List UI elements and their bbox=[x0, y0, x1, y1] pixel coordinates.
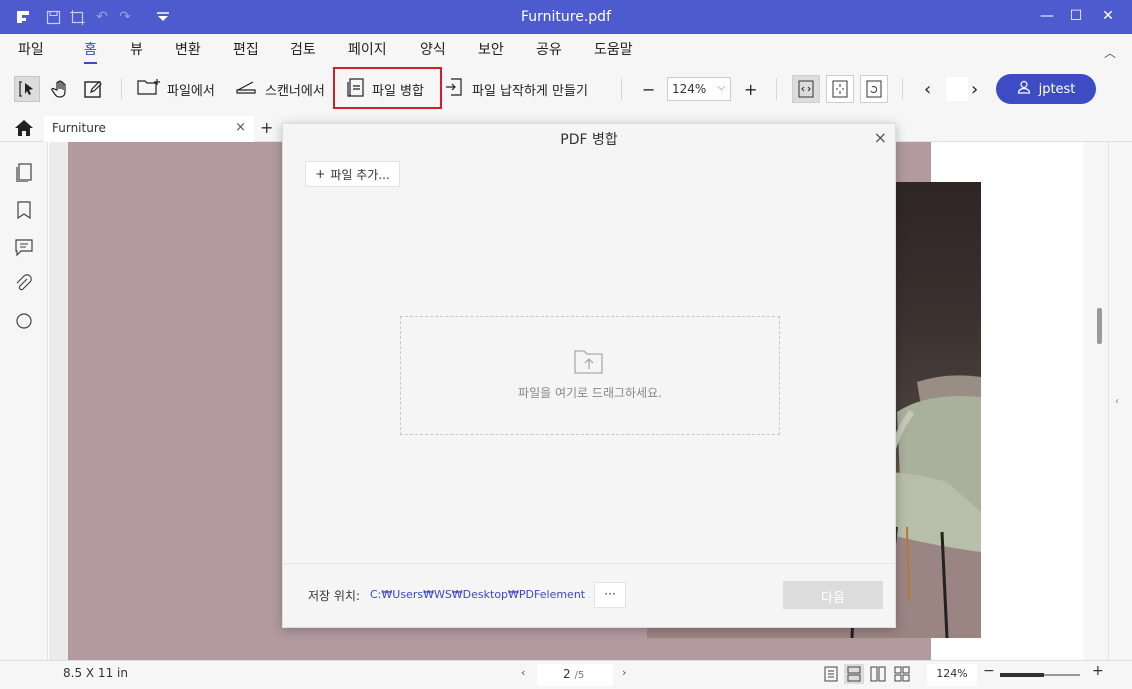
fit-page-icon bbox=[832, 80, 848, 98]
zoom-value: 124% bbox=[672, 82, 707, 96]
toolbar-divider bbox=[621, 78, 622, 100]
rotate-button[interactable] bbox=[860, 75, 888, 103]
save-location-path[interactable]: C:₩Users₩WS₩Desktop₩PDFelement ... bbox=[370, 588, 590, 601]
next-button[interactable]: 다음 bbox=[783, 581, 883, 609]
total-pages: /5 bbox=[574, 670, 585, 681]
folder-add-icon bbox=[137, 77, 161, 101]
merge-files-label: 파일 병합 bbox=[372, 83, 424, 99]
status-zoom-out-button[interactable]: − bbox=[983, 663, 995, 679]
menu-page[interactable]: 페이지 bbox=[348, 39, 387, 59]
menu-edit[interactable]: 편집 bbox=[233, 39, 259, 59]
status-zoom-in-button[interactable]: + bbox=[1092, 663, 1104, 679]
add-file-label: 파일 추가... bbox=[330, 167, 390, 182]
select-tool-icon[interactable] bbox=[14, 76, 40, 102]
menu-home[interactable]: 홈 bbox=[84, 39, 97, 64]
browse-button[interactable]: ··· bbox=[594, 582, 626, 608]
expand-right-panel-icon[interactable]: ‹ bbox=[1115, 396, 1119, 407]
page-size-label: 8.5 X 11 in bbox=[63, 666, 128, 680]
menu-view[interactable]: 뷰 bbox=[130, 39, 143, 59]
current-page: 2 bbox=[563, 667, 571, 681]
menu-security[interactable]: 보안 bbox=[478, 39, 504, 59]
status-bar: 8.5 X 11 in ‹ 2 /5 › 124% − + bbox=[0, 660, 1132, 689]
next-page-button[interactable]: › bbox=[971, 76, 978, 102]
flatten-icon bbox=[444, 76, 466, 102]
folder-upload-icon bbox=[573, 347, 605, 375]
toolbar-divider bbox=[121, 78, 122, 100]
from-scanner-button[interactable]: 스캔너에서 bbox=[235, 76, 325, 102]
continuous-view-icon[interactable] bbox=[844, 664, 864, 684]
menu-share[interactable]: 공유 bbox=[536, 39, 562, 59]
user-account-button[interactable]: jptest bbox=[996, 74, 1096, 104]
from-scanner-label: 스캔너에서 bbox=[265, 83, 325, 99]
hand-tool-icon[interactable] bbox=[48, 76, 74, 102]
status-zoom-value[interactable]: 124% bbox=[927, 664, 977, 686]
zoom-slider-fill bbox=[1000, 673, 1044, 677]
status-page-field[interactable]: 2 /5 bbox=[537, 664, 613, 686]
single-page-view-icon[interactable] bbox=[821, 664, 841, 684]
status-next-page-button[interactable]: › bbox=[622, 666, 626, 679]
menu-file[interactable]: 파일 bbox=[18, 39, 44, 59]
flatten-file-label: 파일 납작하게 만들기 bbox=[472, 83, 588, 99]
dialog-close-button[interactable]: × bbox=[874, 128, 887, 147]
zoom-select[interactable]: 124% ⌵ bbox=[667, 77, 731, 101]
merge-document-icon bbox=[346, 76, 366, 102]
from-file-label: 파일에서 bbox=[167, 83, 215, 99]
menu-convert[interactable]: 변환 bbox=[175, 39, 201, 59]
search-icon[interactable] bbox=[14, 311, 34, 331]
new-tab-button[interactable]: + bbox=[260, 118, 273, 137]
status-previous-page-button[interactable]: ‹ bbox=[521, 666, 525, 679]
right-panel-rail bbox=[1108, 142, 1132, 660]
tab-label: Furniture bbox=[52, 121, 106, 135]
pdf-merge-dialog: PDF 병합 × + 파일 추가... 파일을 여기로 드래그하세요. 저장 위… bbox=[282, 123, 896, 628]
file-drop-zone[interactable]: 파일을 여기로 드래그하세요. bbox=[400, 316, 780, 435]
user-name: jptest bbox=[1038, 81, 1076, 97]
close-tab-icon[interactable]: × bbox=[235, 120, 246, 135]
grid-view-icon[interactable] bbox=[892, 664, 912, 684]
drop-zone-text: 파일을 여기로 드래그하세요. bbox=[518, 386, 662, 400]
edit-tool-icon[interactable] bbox=[80, 76, 106, 102]
tab-furniture[interactable]: Furniture × bbox=[44, 116, 254, 142]
save-location-label: 저장 위치: bbox=[308, 589, 361, 603]
comment-icon[interactable] bbox=[14, 237, 34, 257]
menu-review[interactable]: 검토 bbox=[290, 39, 316, 59]
menu-help[interactable]: 도움말 bbox=[594, 39, 633, 59]
toolbar-divider bbox=[902, 78, 903, 100]
two-page-view-icon[interactable] bbox=[868, 664, 888, 684]
menu-bar: 파일 홈 뷰 변환 편집 검토 페이지 양식 보안 공유 도움말 ︿ bbox=[0, 34, 1132, 64]
dialog-footer: 저장 위치: C:₩Users₩WS₩Desktop₩PDFelement ..… bbox=[283, 563, 895, 627]
chevron-down-icon: ⌵ bbox=[717, 82, 725, 93]
flatten-file-button[interactable]: 파일 납작하게 만들기 bbox=[444, 76, 588, 102]
fit-page-button[interactable] bbox=[826, 75, 854, 103]
thumbnails-icon[interactable] bbox=[14, 162, 34, 183]
fit-width-icon bbox=[798, 80, 814, 98]
bookmark-icon[interactable] bbox=[14, 200, 34, 220]
user-icon bbox=[1017, 80, 1031, 98]
minimize-button[interactable]: — bbox=[1037, 8, 1057, 26]
attachment-icon[interactable] bbox=[14, 274, 34, 294]
fit-width-button[interactable] bbox=[792, 75, 820, 103]
plus-icon: + bbox=[315, 167, 326, 181]
title-bar: ↶ ↷ Furniture.pdf — ☐ ✕ bbox=[0, 0, 1132, 34]
zoom-in-button[interactable]: + bbox=[744, 76, 757, 102]
previous-page-button[interactable]: ‹ bbox=[924, 76, 931, 102]
dialog-title: PDF 병합 bbox=[560, 132, 618, 148]
maximize-button[interactable]: ☐ bbox=[1066, 8, 1086, 26]
from-file-button[interactable]: 파일에서 bbox=[137, 76, 215, 102]
menu-form[interactable]: 양식 bbox=[420, 39, 446, 59]
scrollbar-thumb[interactable] bbox=[1097, 308, 1102, 344]
zoom-out-button[interactable]: − bbox=[642, 76, 655, 102]
collapse-ribbon-icon[interactable]: ︿ bbox=[1104, 44, 1116, 61]
toolbar-divider bbox=[776, 78, 777, 100]
toolbar: 파일에서 스캔너에서 파일 병합 파일 납작하게 만들기 − 124% ⌵ + … bbox=[0, 64, 1132, 114]
window-title: Furniture.pdf bbox=[520, 9, 611, 25]
add-file-button[interactable]: + 파일 추가... bbox=[305, 161, 400, 187]
close-button[interactable]: ✕ bbox=[1098, 8, 1118, 26]
scanner-icon bbox=[235, 77, 259, 101]
vertical-scrollbar[interactable] bbox=[1083, 142, 1108, 660]
rotate-icon bbox=[866, 80, 882, 98]
home-icon[interactable] bbox=[14, 119, 34, 137]
page-number-field[interactable] bbox=[946, 77, 968, 101]
left-sidebar bbox=[0, 142, 48, 660]
merge-files-button[interactable]: 파일 병합 bbox=[346, 76, 424, 102]
